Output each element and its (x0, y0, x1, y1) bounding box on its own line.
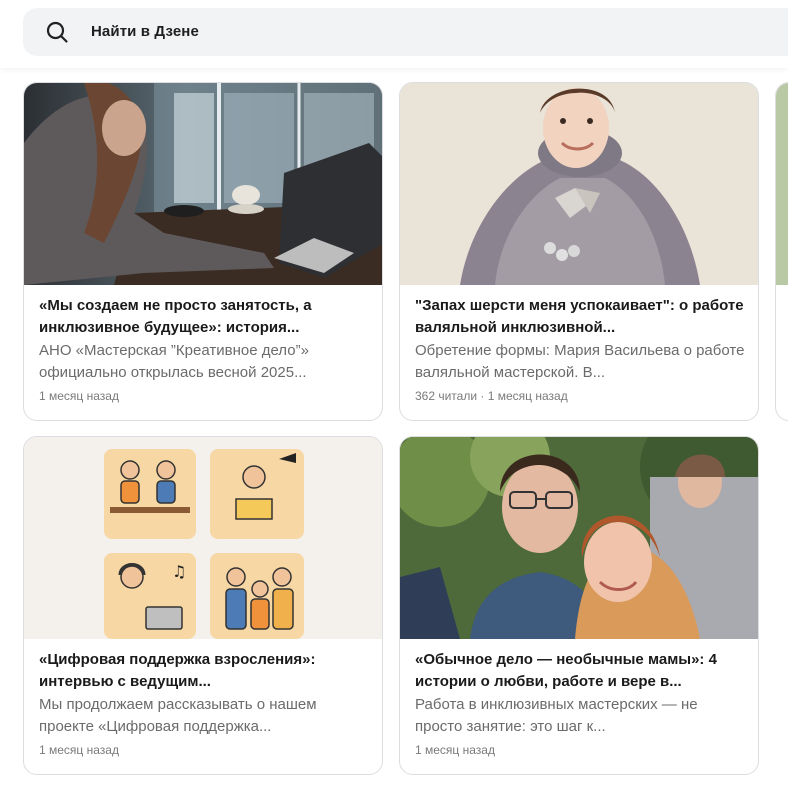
article-title[interactable]: «Обычное дело — необычные мамы»: 4 истор… (415, 649, 745, 693)
article-image[interactable]: ♫ (24, 437, 382, 639)
article-card[interactable]: ♫ «Цифровая поддержка взросления»: интер… (23, 436, 383, 775)
article-meta: 362 читали · 1 месяц назад (415, 389, 568, 403)
article-meta: 1 месяц назад (39, 389, 119, 403)
article-image[interactable] (24, 83, 382, 285)
article-snippet: Мы продолжаем рассказывать о нашем проек… (39, 696, 317, 735)
article-card[interactable]: «Обычное дело — необычные мамы»: 4 истор… (399, 436, 759, 775)
top-bar: Найти в Дзене (0, 0, 788, 68)
article-image[interactable] (400, 83, 758, 285)
article-snippet: Обретение формы: Мария Васильева о работ… (415, 342, 745, 381)
article-card[interactable]: "Запах шерсти меня успокаивает": о работ… (399, 82, 759, 421)
article-title[interactable]: «Мы создаем не просто занятость, а инклю… (39, 295, 369, 339)
search-bar[interactable]: Найти в Дзене (23, 8, 788, 56)
search-icon[interactable] (45, 20, 69, 44)
search-input[interactable]: Найти в Дзене (91, 23, 199, 40)
article-meta: 1 месяц назад (39, 743, 119, 757)
article-image[interactable] (776, 83, 788, 285)
article-card[interactable]: «Мы создаем не просто занятость, а инклю… (23, 82, 383, 421)
svg-text:♫: ♫ (172, 562, 186, 581)
article-snippet: Работа в инклюзивных мастерских — не про… (415, 696, 698, 735)
article-title[interactable]: «Цифровая поддержка взросления»: интервь… (39, 649, 369, 693)
article-snippet: АНО «Мастерская ”Креативное дело”» офици… (39, 342, 309, 381)
article-image[interactable] (400, 437, 758, 639)
article-card-partial[interactable] (775, 82, 788, 421)
article-title[interactable]: "Запах шерсти меня успокаивает": о работ… (415, 295, 745, 339)
article-meta: 1 месяц назад (415, 743, 495, 757)
